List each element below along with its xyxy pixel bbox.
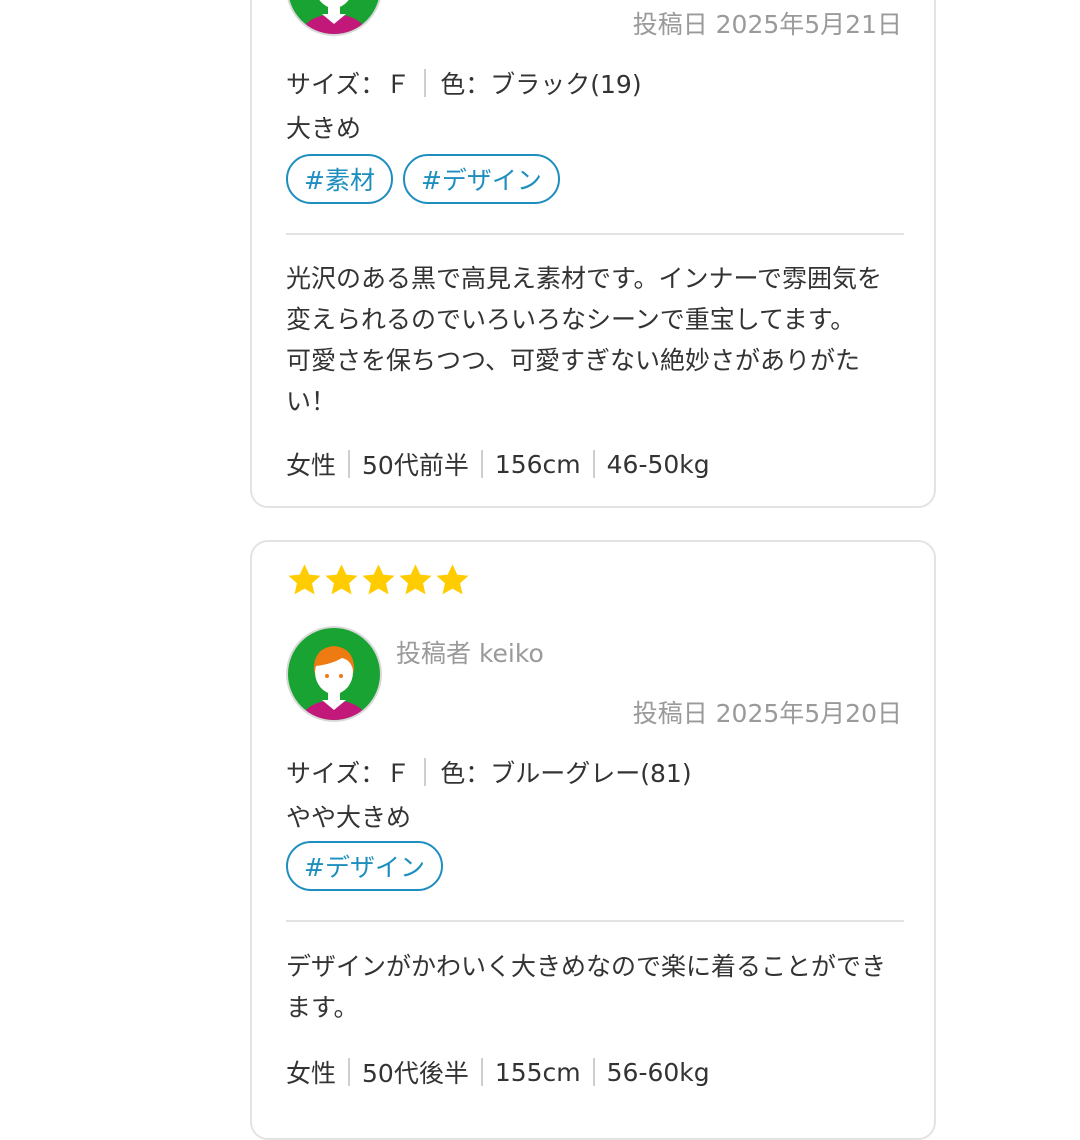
- reviewer-profile: 女性 50代前半 156cm 46-50kg: [286, 446, 710, 482]
- separator: [592, 1058, 595, 1086]
- reviewer-profile: 女性 50代後半 155cm 56-60kg: [286, 1054, 710, 1090]
- separator: [592, 450, 595, 478]
- review-line: 変えられるのでいろいろなシーンで重宝してます。: [286, 305, 856, 334]
- color-label: 色：ブルーグレー(81): [440, 759, 692, 788]
- review-line: ます。: [286, 993, 359, 1022]
- tag-list: #素材 #デザイン: [286, 154, 560, 204]
- post-date: 投稿日 2025年5月20日: [632, 699, 902, 728]
- size-color-line: サイズ：Ｆ 色：ブルーグレー(81): [286, 754, 692, 790]
- star-icon: [434, 562, 471, 599]
- star-icon: [323, 562, 360, 599]
- separator: [424, 758, 427, 786]
- poster-name: 投稿者 keiko: [396, 639, 544, 668]
- review-card: 投稿者 keiko 投稿日 2025年5月20日 サイズ：Ｆ 色：ブルーグレー(…: [250, 540, 936, 1140]
- divider: [286, 233, 904, 235]
- review-line: 可愛さを保ちつつ、可愛すぎない絶妙さがありがた: [286, 346, 861, 375]
- size-color-line: サイズ：Ｆ 色：ブラック(19): [286, 65, 642, 101]
- star-icon: [286, 562, 323, 599]
- review-card: 投稿日 2025年5月21日 サイズ：Ｆ 色：ブラック(19) 大きめ #素材 …: [250, 0, 936, 508]
- profile-age: 50代後半: [362, 1059, 469, 1088]
- profile-gender: 女性: [286, 1059, 337, 1088]
- profile-age: 50代前半: [362, 451, 469, 480]
- profile-weight: 56-60kg: [606, 1057, 710, 1087]
- review-line: 光沢のある黒で高見え素材です。インナーで雰囲気を: [286, 264, 883, 293]
- separator: [480, 1058, 483, 1086]
- review-body: 光沢のある黒で高見え素材です。インナーで雰囲気を 変えられるのでいろいろなシーン…: [286, 258, 911, 422]
- star-icon: [360, 562, 397, 599]
- review-line: い！: [286, 387, 337, 416]
- profile-weight: 46-50kg: [606, 449, 710, 479]
- separator: [348, 1058, 351, 1086]
- user-avatar-icon: [286, 626, 382, 722]
- size-label: サイズ：Ｆ: [286, 70, 411, 99]
- divider: [286, 920, 904, 922]
- separator: [348, 450, 351, 478]
- fit-label: やや大きめ: [286, 803, 412, 832]
- tag-design[interactable]: #デザイン: [402, 154, 560, 204]
- profile-height: 155cm: [494, 1057, 581, 1087]
- profile-height: 156cm: [494, 449, 581, 479]
- fit-label: 大きめ: [286, 114, 362, 143]
- review-body: デザインがかわいく大きめなので楽に着ることができ ます。: [286, 946, 911, 1028]
- user-avatar-icon: [286, 0, 382, 36]
- color-label: 色：ブラック(19): [440, 70, 642, 99]
- star-icon: [397, 562, 434, 599]
- tag-list: #デザイン: [286, 841, 443, 891]
- tag-design[interactable]: #デザイン: [286, 841, 443, 891]
- star-rating: [286, 562, 471, 599]
- separator: [480, 450, 483, 478]
- profile-gender: 女性: [286, 451, 337, 480]
- size-label: サイズ：Ｆ: [286, 759, 411, 788]
- review-line: デザインがかわいく大きめなので楽に着ることができ: [286, 952, 887, 981]
- separator: [424, 69, 427, 97]
- post-date: 投稿日 2025年5月21日: [632, 10, 902, 39]
- tag-material[interactable]: #素材: [286, 154, 393, 204]
